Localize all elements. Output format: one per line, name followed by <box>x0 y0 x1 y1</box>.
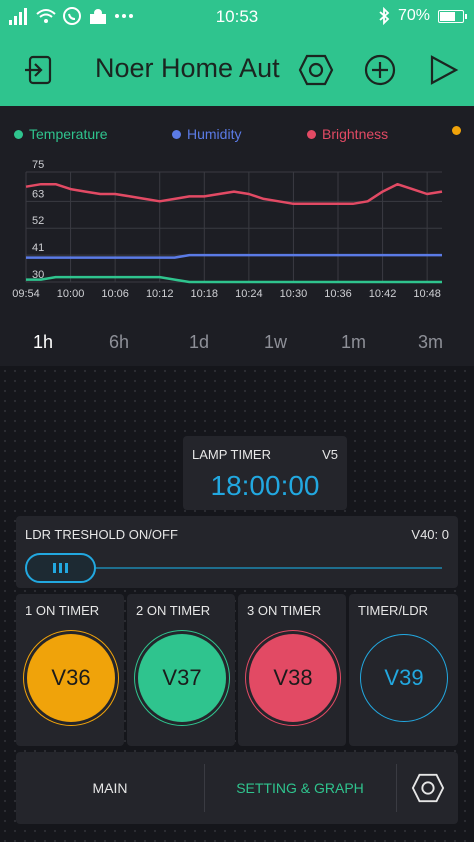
grip-icon <box>65 563 68 573</box>
v36-button[interactable]: V36 <box>23 630 119 726</box>
bluetooth-icon <box>379 7 390 25</box>
slider-track[interactable] <box>96 567 442 569</box>
x-tick-label: 10:00 <box>57 288 85 300</box>
y-tick-label: 52 <box>32 215 44 227</box>
lamp-timer-label: LAMP TIMER <box>192 447 271 462</box>
x-tick-label: 10:48 <box>413 288 441 300</box>
legend-label: Temperature <box>29 126 108 142</box>
tab-main[interactable]: MAIN <box>16 752 204 824</box>
project-title: Noer Home Aut <box>95 53 280 83</box>
lamp-timer-value: 18:00:00 <box>210 470 320 501</box>
app-header: Noer Home Aut <box>0 34 474 106</box>
slider-label: LDR TRESHOLD ON/OFF <box>25 527 178 542</box>
v37-button[interactable]: V37 <box>134 630 230 726</box>
legend-label: Brightness <box>322 126 389 142</box>
battery-icon <box>438 9 467 23</box>
x-tick-label: 10:36 <box>324 288 352 300</box>
legend-item-temperature[interactable]: Temperature <box>14 126 108 142</box>
legend-color-dot <box>14 129 23 139</box>
legend-color-dot <box>172 129 181 139</box>
legend-item-series-4[interactable] <box>452 126 461 135</box>
button-pin: V39 <box>384 665 424 690</box>
range-option-1w[interactable]: 1w <box>264 332 287 353</box>
hexagon-settings-icon[interactable] <box>296 50 336 90</box>
x-tick-label: 10:30 <box>280 288 308 300</box>
button-label: 2 ON TIMER <box>136 603 211 618</box>
button-ring <box>134 630 230 726</box>
v38-button[interactable]: V38 <box>245 630 341 726</box>
y-tick-label: 41 <box>32 242 44 254</box>
x-tick-label: 10:06 <box>101 288 129 300</box>
x-tick-label: 10:18 <box>191 288 219 300</box>
tab-bar: MAIN SETTING & GRAPH <box>16 752 458 824</box>
legend-item-brightness[interactable]: Brightness <box>307 126 388 142</box>
x-tick-label: 09:54 <box>12 288 40 300</box>
lamp-timer-pin: V5 <box>322 447 338 462</box>
slider-handle[interactable] <box>25 553 96 583</box>
button-ring <box>245 630 341 726</box>
x-tick-label: 10:24 <box>235 288 263 300</box>
grip-icon <box>59 563 62 573</box>
v39-button[interactable]: V39 <box>360 634 448 722</box>
range-option-1d[interactable]: 1d <box>189 332 209 353</box>
range-option-6h[interactable]: 6h <box>109 332 129 353</box>
button-label: 3 ON TIMER <box>247 603 322 618</box>
legend-color-dot <box>452 126 461 135</box>
tab-setting-graph[interactable]: SETTING & GRAPH <box>205 752 395 824</box>
legend-item-humidity[interactable]: Humidity <box>172 126 241 142</box>
button-ring <box>23 630 119 726</box>
y-tick-label: 63 <box>32 188 44 200</box>
superchart-widget: Temperature Humidity Brightness 75 63 52 41… <box>0 106 474 366</box>
button-label: TIMER/LDR <box>358 603 429 618</box>
tabs-settings-icon[interactable] <box>397 752 458 824</box>
timer-button-2: 2 ON TIMER V37 <box>127 594 235 746</box>
legend-color-dot <box>307 129 316 139</box>
add-icon[interactable] <box>360 50 400 90</box>
chart-legend: Temperature Humidity Brightness <box>0 126 474 144</box>
timer-ldr-button: TIMER/LDR V39 <box>349 594 458 746</box>
ldr-threshold-slider-widget: LDR TRESHOLD ON/OFF V40: 0 <box>16 516 458 588</box>
button-label: 1 ON TIMER <box>25 603 100 618</box>
status-bar: 10:53 70% <box>0 0 474 34</box>
back-icon[interactable] <box>18 50 58 90</box>
play-icon[interactable] <box>423 50 463 90</box>
x-tick-label: 10:42 <box>369 288 397 300</box>
status-icons-right: 70% <box>378 7 467 25</box>
hexagon-settings-icon <box>411 773 444 803</box>
slider-value: V40: 0 <box>411 527 449 542</box>
series-line-temperature <box>26 275 442 284</box>
legend-label: Humidity <box>187 126 242 142</box>
lamp-timer-widget[interactable]: LAMP TIMER V5 18:00:00 <box>183 436 347 510</box>
x-tick-label: 10:12 <box>146 288 174 300</box>
timer-button-3: 3 ON TIMER V38 <box>238 594 346 746</box>
timer-button-1: 1 ON TIMER V36 <box>16 594 124 746</box>
range-option-1m[interactable]: 1m <box>341 332 366 353</box>
line-chart[interactable]: 756352413009:54 10:00 10:06 10:12 10:18 10:24… <box>0 156 474 306</box>
grip-icon <box>53 563 56 573</box>
y-tick-label: 75 <box>32 159 44 171</box>
time-range-selector: 1h 6h 1d 1w 1m 3m <box>0 318 474 366</box>
range-option-3m[interactable]: 3m <box>418 332 443 353</box>
battery-percent: 70% <box>397 7 430 24</box>
range-option-1h[interactable]: 1h <box>33 332 53 353</box>
